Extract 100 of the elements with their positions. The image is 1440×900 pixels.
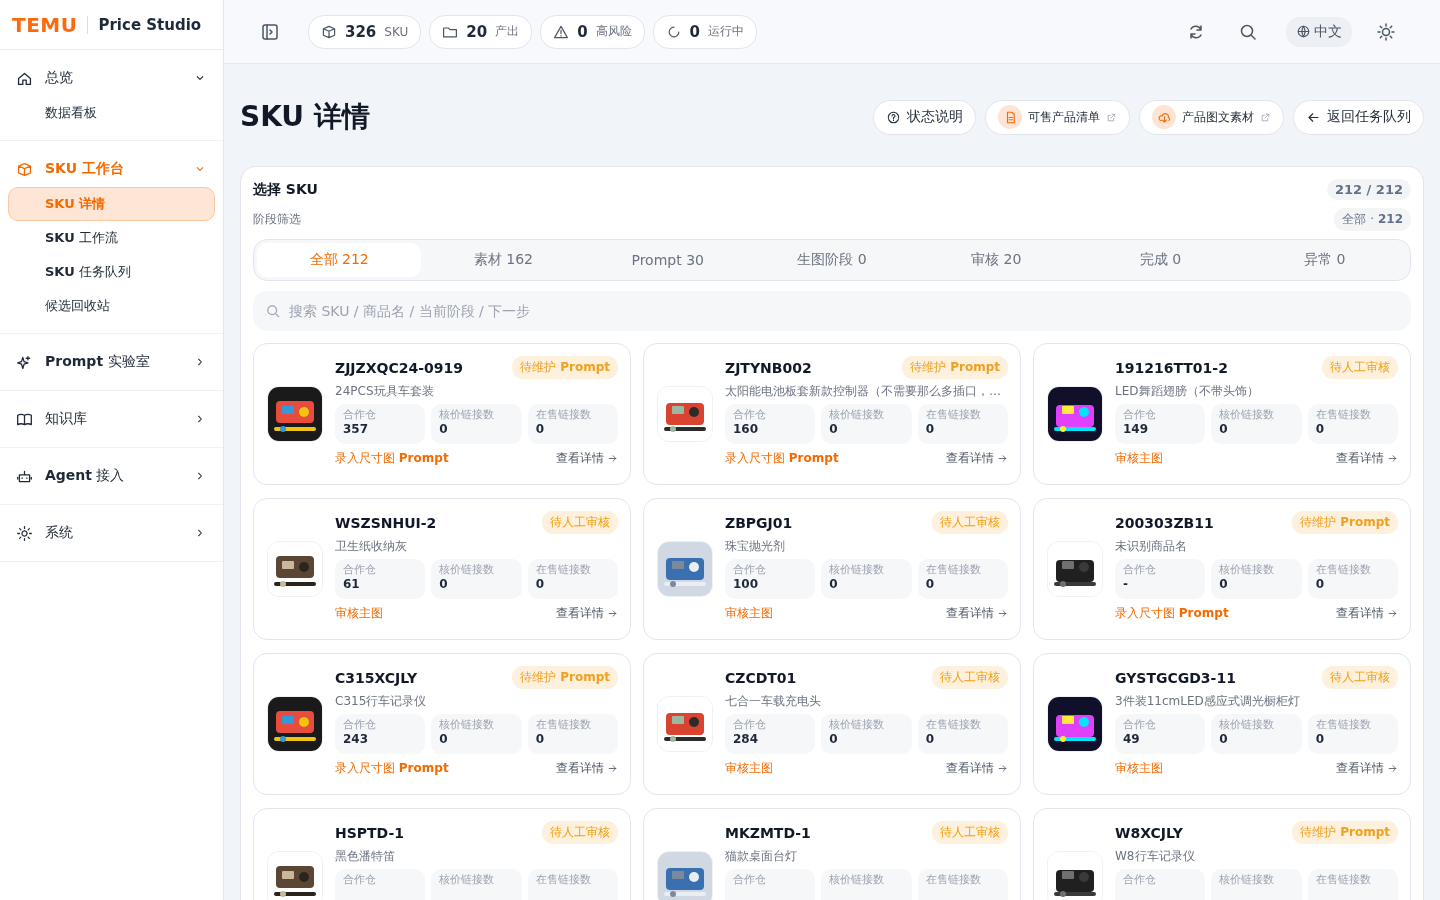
sku-code: ZJJZXQC24-0919 [335,359,463,376]
status-badge: 待人工审核 [932,511,1008,534]
stat-value: 0 [535,422,545,436]
sidebar-item[interactable]: Prompt 实验室 [0,344,223,380]
stat-value: 20 [466,22,488,41]
sku-card[interactable]: ZJTYNB002 待维护 Prompt 太阳能电池板套新款控制器（不需要那么多插口，… 合作仓 160 核价链接数 0 在售链接数 0 录入尺寸图 Prompt 查看详情 [643,343,1021,485]
next-step: 录入尺寸图 Prompt [725,450,839,467]
status-badge: 待人工审核 [542,511,618,534]
sidebar-item[interactable]: 总览 [0,60,223,96]
action-button[interactable]: 产品图文素材 [1139,99,1284,135]
action-button[interactable]: 可售产品清单 [985,99,1130,135]
arrow-icon [997,453,1008,464]
search-field[interactable]: 搜索 SKU / 商品名 / 当前阶段 / 下一步 [253,291,1411,331]
product-name: 24PCS玩具车套装 [335,383,435,400]
sku-card[interactable]: HSPTD-1 待人工审核 黑色潘特笛 合作仓 核价链接数 在售链接数 [253,808,631,900]
sidebar-item[interactable]: Agent 接入 [0,458,223,494]
stat-label: 在售链接数 [1315,717,1372,732]
arrow-icon [607,763,618,774]
sku-card[interactable]: WSZSNHUI-2 待人工审核 卫生纸收纳灰 合作仓 61 核价链接数 0 在售链接数 0 审核主图 查看详情 [253,498,631,640]
stat-label: 高风险 [595,23,632,40]
status-badge: 待人工审核 [1322,356,1398,379]
sidebar-subitem[interactable]: 候选回收站 [8,289,215,323]
logo: TEMU [12,12,78,37]
product-name: Price Studio [98,15,202,34]
details-link[interactable]: 查看详情 [946,760,1008,777]
next-step: 审核主图 [335,605,383,622]
stat-value: 0 [535,732,545,746]
cloud-download-icon [1152,105,1176,129]
product-name: 珠宝抛光剂 [725,538,786,555]
details-link[interactable]: 查看详情 [556,760,618,777]
stat-label: 核价链接数 [1219,562,1276,577]
sku-card[interactable]: GYSTGCGD3-11 待人工审核 3件装11cmLED感应式调光橱柜灯 合作仓 49 核价链接数 0 在售链接数 0 审核主图 查看详情 [1033,653,1411,795]
page-title: SKU 详情 [240,99,370,135]
action-button[interactable]: 返回任务队列 [1293,99,1424,135]
stat-label: 在售链接数 [925,872,982,887]
sku-card[interactable]: W8XCJLY 待维护 Prompt W8行车记录仪 合作仓 核价链接数 在售链接数 [1033,808,1411,900]
stat-label: 合作仓 [733,717,767,732]
stat-label: 核价链接数 [439,407,496,422]
stat-label: 合作仓 [1123,872,1157,887]
stat-label: 核价链接数 [1219,872,1276,887]
stat-label: 核价链接数 [439,872,496,887]
status-badge: 待维护 Prompt [1292,511,1398,534]
details-link[interactable]: 查看详情 [1336,450,1398,467]
stat-label: 核价链接数 [829,562,886,577]
details-link[interactable]: 查看详情 [1336,605,1398,622]
stat-label: 在售链接数 [925,562,982,577]
stat-value: 149 [1123,422,1150,436]
sku-card[interactable]: ZJJZXQC24-0919 待维护 Prompt 24PCS玩具车套装 合作仓 357 核价链接数 0 在售链接数 0 录入尺寸图 Prompt 查看详情 [253,343,631,485]
status-badge: 待人工审核 [1322,666,1398,689]
stat-value: 0 [439,732,449,746]
stage-tab[interactable]: 素材 162 [421,243,586,277]
sku-code: WSZSNHUI-2 [335,514,437,531]
stat-label: 在售链接数 [535,407,592,422]
details-link[interactable]: 查看详情 [946,605,1008,622]
sidebar-item[interactable]: 系统 [0,515,223,551]
warning-icon [553,23,570,40]
details-link[interactable]: 查看详情 [556,605,618,622]
stat-label: 合作仓 [1123,407,1157,422]
next-step: 录入尺寸图 Prompt [335,760,449,777]
stat-label: 产出 [495,23,520,40]
stat-value: 49 [1123,732,1141,746]
sku-card[interactable]: 200303ZB11 待维护 Prompt 未识别商品名 合作仓 - 核价链接数 0 在售链接数 0 录入尺寸图 Prompt 查看详情 [1033,498,1411,640]
stat-label: 合作仓 [733,872,767,887]
stage-tab[interactable]: 审核 20 [914,243,1079,277]
product-name: 七合一车载充电头 [725,693,822,710]
sku-code: MKZMTD-1 [725,824,811,841]
language-button[interactable]: 中文 [1286,16,1352,47]
sku-card[interactable]: CZCDT01 待人工审核 七合一车载充电头 合作仓 284 核价链接数 0 在售链接数 0 审核主图 查看详情 [643,653,1021,795]
sidebar-item[interactable]: 知识库 [0,401,223,437]
stat-value: 0 [1219,577,1229,591]
stage-tab[interactable]: 完成 0 [1078,243,1243,277]
stat-label: 在售链接数 [925,717,982,732]
stat-label: 合作仓 [343,562,377,577]
sku-card[interactable]: 191216TT01-2 待人工审核 LED舞蹈翅膀（不带头饰） 合作仓 149 核价链接数 0 在售链接数 0 审核主图 查看详情 [1033,343,1411,485]
stage-tab[interactable]: 生图阶段 0 [749,243,915,277]
details-link[interactable]: 查看详情 [946,450,1008,467]
stat-label: 核价链接数 [439,717,496,732]
status-badge: 待人工审核 [542,821,618,844]
stat-value: 0 [1219,732,1229,746]
action-button[interactable]: 状态说明 [873,99,976,135]
sku-card[interactable]: ZBPGJ01 待人工审核 珠宝抛光剂 合作仓 100 核价链接数 0 在售链接数 0 审核主图 查看详情 [643,498,1021,640]
details-link[interactable]: 查看详情 [1336,760,1398,777]
product-name: 3件装11cmLED感应式调光橱柜灯 [1115,693,1301,710]
sidebar-subitem[interactable]: SKU 工作流 [8,221,215,255]
product-name: LED舞蹈翅膀（不带头饰） [1115,383,1260,400]
sku-card[interactable]: C315XCJLY 待维护 Prompt C315行车记录仪 合作仓 243 核价链接数 0 在售链接数 0 录入尺寸图 Prompt 查看详情 [253,653,631,795]
details-link[interactable]: 查看详情 [556,450,618,467]
stage-tab[interactable]: 异常 0 [1242,243,1407,277]
status-badge: 待维护 Prompt [512,666,618,689]
stat-label: 在售链接数 [535,562,592,577]
stat-value: 0 [439,422,449,436]
next-step: 审核主图 [725,760,773,777]
stage-tab[interactable]: Prompt 30 [585,243,750,277]
status-badge: 待人工审核 [932,821,1008,844]
sku-card[interactable]: MKZMTD-1 待人工审核 猫款桌面台灯 合作仓 核价链接数 在售链接数 [643,808,1021,900]
stat-value: 0 [829,577,839,591]
document-icon [998,105,1022,129]
sidebar-subitem[interactable]: 数据看板 [8,96,215,130]
stat-label: 合作仓 [1123,717,1157,732]
sidebar-subitem[interactable]: SKU 任务队列 [8,255,215,289]
